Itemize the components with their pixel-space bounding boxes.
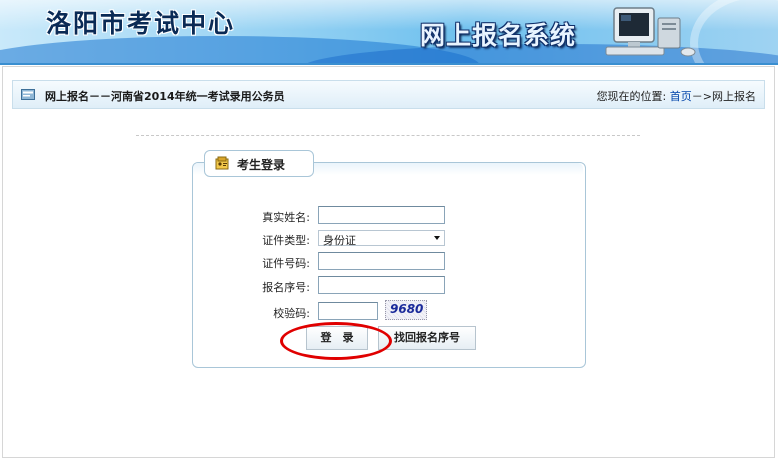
login-icon (215, 156, 229, 170)
breadcrumb-home-link[interactable]: 首页 (670, 90, 692, 103)
breadcrumb-current: 网上报名 (712, 90, 756, 103)
system-title: 网上报名系统 (420, 21, 577, 50)
login-panel-tab: 考生登录 (204, 150, 314, 177)
header-banner: 洛阳市考试中心 网上报名系统 (0, 0, 778, 65)
recover-reg-no-button[interactable]: 找回报名序号 (378, 326, 476, 350)
breadcrumb: 您现在的位置: 首页－>网上报名 (597, 88, 756, 104)
id-number-field[interactable] (318, 252, 445, 270)
divider (136, 135, 640, 136)
name-field[interactable] (318, 206, 445, 224)
chevron-down-icon (434, 236, 440, 240)
page-title: 网上报名－－河南省2014年统一考试录用公务员 (45, 90, 285, 103)
computer-icon (605, 7, 696, 57)
breadcrumb-separator: －> (691, 90, 712, 103)
breadcrumb-bar: 网上报名－－河南省2014年统一考试录用公务员 您现在的位置: 首页－>网上报名 (12, 80, 765, 109)
captcha-label: 校验码: (273, 307, 310, 320)
captcha-image[interactable]: 9680 (385, 300, 427, 320)
login-panel-title: 考生登录 (237, 158, 286, 172)
reg-no-label: 报名序号: (262, 281, 310, 294)
id-type-selected: 身份证 (323, 234, 356, 247)
id-type-select[interactable]: 身份证 (318, 230, 445, 247)
name-label: 真实姓名: (262, 211, 310, 224)
captcha-text: 9680 (390, 302, 424, 316)
id-type-label: 证件类型: (262, 234, 310, 247)
reg-no-field[interactable] (318, 276, 445, 294)
id-number-label: 证件号码: (262, 257, 310, 270)
highlight-circle (280, 322, 392, 360)
folder-icon (21, 89, 35, 100)
captcha-field[interactable] (318, 302, 378, 320)
breadcrumb-prefix: 您现在的位置: (596, 90, 667, 103)
site-title: 洛阳市考试中心 (46, 9, 236, 38)
